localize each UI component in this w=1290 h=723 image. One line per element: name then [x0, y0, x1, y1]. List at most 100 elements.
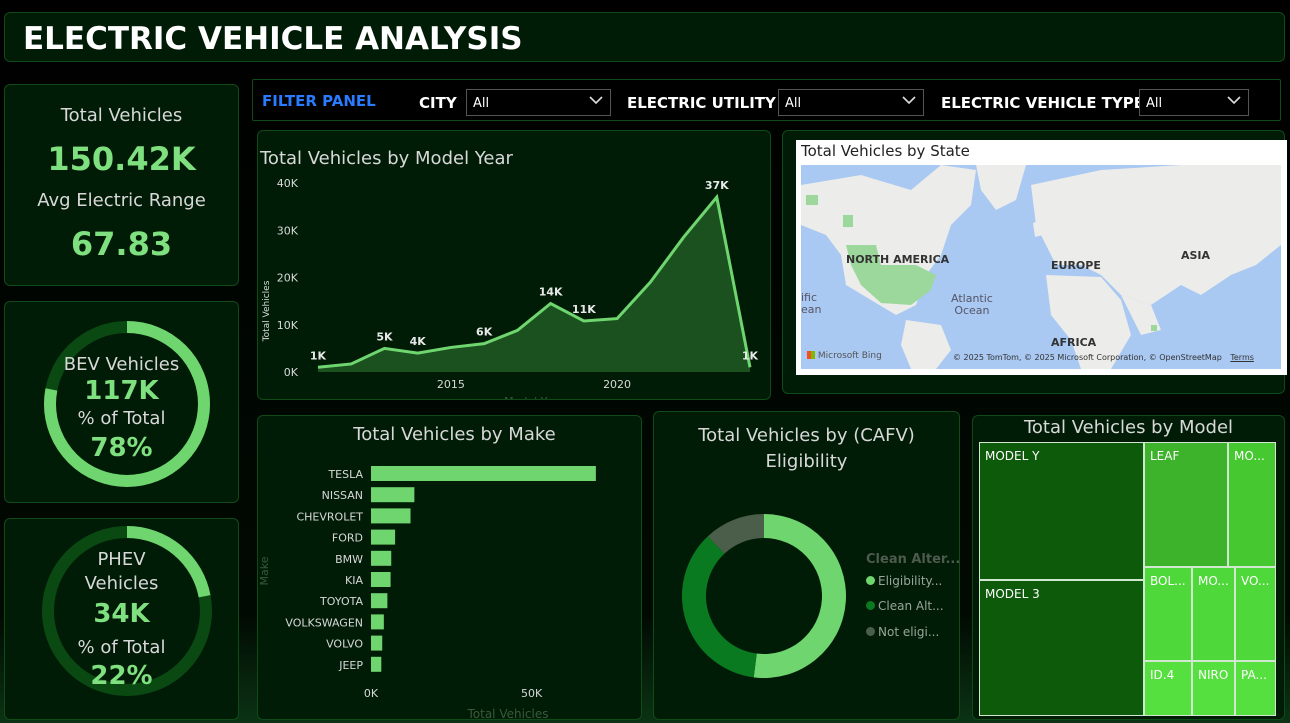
x-axis-label: Model Year	[504, 395, 564, 399]
phev-value: 34K	[93, 599, 150, 629]
map-label-north-america: NORTH AMERICA	[846, 253, 950, 266]
map-title: Total Vehicles by State	[801, 142, 970, 160]
bar[interactable]	[371, 593, 388, 609]
bar[interactable]	[371, 614, 384, 630]
y-tick-label: JEEP	[338, 659, 363, 672]
world-map-shapes	[801, 165, 1281, 369]
kpi-card: Total Vehicles 150.42K Avg Electric Rang…	[4, 84, 239, 286]
phev-pct-value: 22%	[90, 661, 153, 691]
treemap-cell-niro[interactable]: NIRO	[1192, 661, 1235, 716]
treemap-cell-bol[interactable]: BOL...	[1144, 567, 1192, 661]
cafv-legend-item-not-eligible[interactable]: Not eligi...	[866, 625, 939, 639]
bing-logo: Microsoft Bing	[807, 351, 882, 361]
x-tick-label: 2020	[603, 378, 631, 391]
bar[interactable]	[371, 487, 415, 503]
chevron-down-icon	[1227, 96, 1241, 105]
y-tick-label: 10K	[277, 319, 299, 332]
treemap-cell-mo-2[interactable]: MO...	[1192, 567, 1235, 661]
treemap-cell-leaf[interactable]: LEAF	[1144, 442, 1228, 567]
bar[interactable]	[371, 572, 391, 587]
legend-dot-icon	[866, 601, 875, 610]
phev-label-1: PHEV	[97, 549, 146, 570]
make-chart-panel: Total Vehicles by Make Make Total Vehicl…	[257, 415, 642, 720]
map-label-asia: ASIA	[1181, 249, 1211, 262]
filter-panel: FILTER PANEL CITY All ELECTRIC UTILITY A…	[252, 79, 1281, 121]
donut-slice[interactable]	[682, 536, 757, 678]
cafv-legend-item-eligible[interactable]: Eligibility...	[866, 574, 942, 588]
data-label: 4K	[410, 335, 427, 348]
bev-card: BEV Vehicles 117K % of Total 78%	[4, 301, 239, 503]
utility-dropdown-value: All	[785, 96, 802, 111]
y-axis-label: Make	[258, 556, 271, 585]
total-vehicles-value: 150.42K	[47, 140, 196, 178]
bev-pct-label: % of Total	[77, 408, 166, 429]
utility-filter-label: ELECTRIC UTILITY	[627, 94, 776, 112]
data-label: 14K	[539, 285, 563, 298]
y-tick-label: CHEVROLET	[296, 510, 363, 523]
legend-dot-icon	[866, 576, 875, 585]
treemap-cell-id4[interactable]: ID.4	[1144, 661, 1192, 716]
title-bar: ELECTRIC VEHICLE ANALYSIS	[4, 12, 1285, 62]
y-tick-label: NISSAN	[322, 489, 363, 502]
y-tick-label: FORD	[332, 532, 363, 545]
area-fill	[318, 197, 750, 372]
treemap-cell-pa[interactable]: PA...	[1235, 661, 1276, 716]
chevron-down-icon	[902, 96, 916, 105]
treemap-cell-model-3[interactable]: MODEL 3	[979, 580, 1144, 716]
model-year-chart: Total Vehicles Model Year 40K 30K 20K 10K 0K…	[262, 177, 759, 399]
bar[interactable]	[371, 635, 383, 651]
map-frame: Total Vehicles by State NORTH AMERICA EU…	[796, 140, 1287, 375]
y-tick-label: TOYOTA	[319, 595, 363, 608]
cafv-legend-item-clean-alt[interactable]: Clean Alt...	[866, 599, 944, 613]
microsoft-logo-icon	[807, 351, 815, 359]
world-map[interactable]: NORTH AMERICA EUROPE ASIA AFRICA Atlanti…	[801, 165, 1281, 369]
city-dropdown-value: All	[473, 96, 490, 111]
map-label-africa: AFRICA	[1051, 336, 1097, 349]
city-filter-label: CITY	[419, 94, 457, 112]
map-label-atlantic: Atlantic Ocean	[951, 292, 993, 317]
data-label: 1K	[742, 349, 759, 362]
y-tick-label: VOLVO	[326, 638, 363, 651]
phev-card: PHEV Vehicles 34K % of Total 22%	[4, 518, 239, 720]
treemap-cell-model-y[interactable]: MODEL Y	[979, 442, 1144, 580]
cafv-legend-title: Clean Alter...	[866, 552, 961, 567]
phev-label-2: Vehicles	[84, 573, 159, 594]
treemap-cell-mo-1[interactable]: MO...	[1228, 442, 1276, 567]
phev-pct-label: % of Total	[77, 637, 166, 658]
donut-slice[interactable]	[753, 514, 847, 678]
filter-panel-title: FILTER PANEL	[262, 92, 376, 110]
bar[interactable]	[371, 466, 596, 481]
bar[interactable]	[371, 529, 396, 545]
y-tick-label: VOLKSWAGEN	[285, 616, 363, 629]
data-label: 5K	[376, 330, 393, 343]
bev-pct-value: 78%	[90, 433, 153, 463]
total-vehicles-label: Total Vehicles	[60, 105, 183, 126]
y-tick-label: TESLA	[327, 468, 363, 481]
data-label: 37K	[705, 179, 729, 192]
make-chart: Make Total Vehicles TESLA NISSAN CHEVROLET…	[258, 466, 596, 719]
map-label-europe: EUROPE	[1051, 259, 1101, 272]
x-tick-label: 0K	[364, 687, 379, 700]
treemap-title: Total Vehicles by Model	[1023, 417, 1234, 438]
x-tick-label: 2015	[437, 378, 465, 391]
y-axis-label: Total Vehicles	[262, 280, 272, 342]
data-label: 1K	[310, 349, 327, 362]
utility-dropdown[interactable]: All	[778, 89, 924, 116]
city-dropdown[interactable]: All	[466, 89, 611, 116]
bev-label: BEV Vehicles	[63, 354, 180, 375]
treemap-cell-vo[interactable]: VO...	[1235, 567, 1276, 661]
map-terms-link[interactable]: Terms	[1230, 353, 1254, 362]
page-title: ELECTRIC VEHICLE ANALYSIS	[23, 21, 523, 57]
bar[interactable]	[371, 508, 411, 524]
ev-type-dropdown[interactable]: All	[1139, 89, 1249, 116]
x-tick-label: 50K	[521, 687, 543, 700]
data-label: 11K	[572, 303, 596, 316]
y-tick-label: 20K	[277, 272, 299, 285]
y-tick-label: KIA	[345, 574, 363, 587]
bar[interactable]	[371, 656, 382, 672]
avg-range-label: Avg Electric Range	[37, 190, 206, 211]
map-copyright: © 2025 TomTom, © 2025 Microsoft Corporat…	[953, 353, 1254, 362]
map-label-pacific: ific ean	[801, 291, 822, 316]
ev-type-dropdown-value: All	[1146, 96, 1163, 111]
bar[interactable]	[371, 550, 392, 566]
